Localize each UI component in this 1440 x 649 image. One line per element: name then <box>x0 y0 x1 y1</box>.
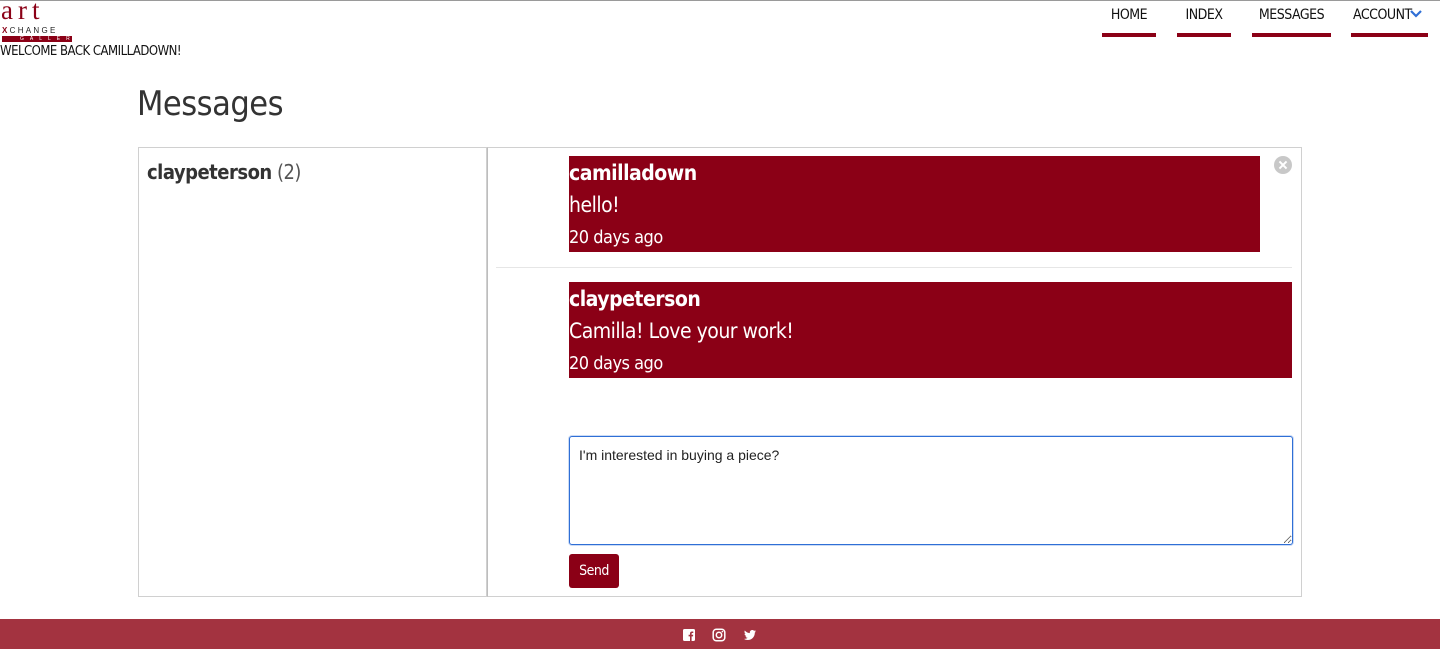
twitter-icon[interactable] <box>743 628 757 642</box>
message-text: hello! <box>569 193 620 217</box>
thread-item[interactable]: claypeterson (2) <box>147 160 301 184</box>
message-time: 20 days ago <box>569 227 663 248</box>
page-title: Messages <box>137 84 284 124</box>
nav-index[interactable]: INDEX <box>1177 6 1231 37</box>
conversation-panel: camilladown hello! 20 days ago claypeter… <box>487 147 1302 597</box>
reply-textarea[interactable] <box>569 436 1293 545</box>
footer <box>0 619 1440 649</box>
logo-art-text: art <box>1 0 45 25</box>
message-text: Camilla! Love your work! <box>569 319 794 343</box>
facebook-icon[interactable] <box>682 628 696 642</box>
welcome-message: WELCOME BACK CAMILLADOWN! <box>0 44 182 59</box>
nav-messages[interactable]: MESSAGES <box>1252 6 1331 37</box>
message-bubble: camilladown hello! 20 days ago <box>569 156 1260 252</box>
message-author: claypeterson <box>569 287 701 311</box>
message-divider <box>496 267 1292 268</box>
close-icon[interactable] <box>1274 156 1292 174</box>
instagram-icon[interactable] <box>712 628 726 642</box>
logo-exchange-text: XCHANGE <box>2 26 58 35</box>
top-border <box>0 0 1440 1</box>
message-bubble: claypeterson Camilla! Love your work! 20… <box>569 282 1292 378</box>
nav-home[interactable]: HOME <box>1102 6 1156 37</box>
send-button[interactable]: Send <box>569 554 619 588</box>
message-time: 20 days ago <box>569 353 663 374</box>
site-logo[interactable]: art XCHANGE GALLERY <box>0 0 79 42</box>
chevron-down-icon <box>1410 10 1422 18</box>
message-author: camilladown <box>569 161 697 185</box>
nav-account-dropdown[interactable]: ACCOUNT <box>1351 6 1428 37</box>
logo-gallery-text: GALLERY <box>2 36 79 42</box>
thread-count: (2) <box>276 160 302 184</box>
nav-account-label: ACCOUNT <box>1353 7 1412 23</box>
thread-list: claypeterson (2) <box>138 147 487 597</box>
thread-name: claypeterson <box>147 160 272 184</box>
